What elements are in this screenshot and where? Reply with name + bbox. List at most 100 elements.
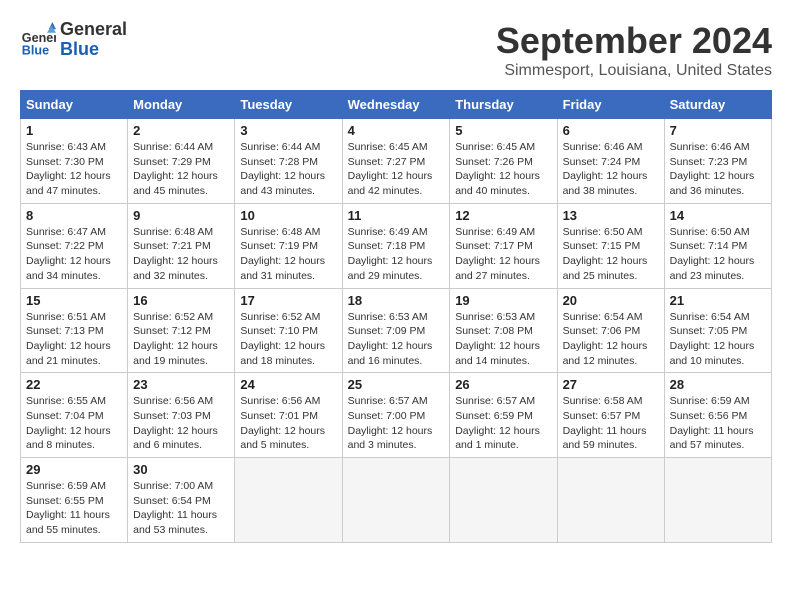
- day-info: Sunrise: 6:58 AMSunset: 6:57 PMDaylight:…: [563, 394, 659, 453]
- day-number: 9: [133, 208, 229, 223]
- day-info: Sunrise: 6:57 AMSunset: 6:59 PMDaylight:…: [455, 394, 551, 453]
- table-row: 7Sunrise: 6:46 AMSunset: 7:23 PMDaylight…: [664, 119, 771, 204]
- day-info: Sunrise: 6:50 AMSunset: 7:14 PMDaylight:…: [670, 225, 766, 284]
- table-row: 8 Sunrise: 6:47 AMSunset: 7:22 PMDaylight…: [21, 203, 128, 288]
- logo: General Blue General Blue: [20, 20, 127, 60]
- table-row: 13 Sunrise: 6:50 AMSunset: 7:15 PMDayligh…: [557, 203, 664, 288]
- day-number: 18: [348, 293, 445, 308]
- day-number: 19: [455, 293, 551, 308]
- day-number: 24: [240, 377, 336, 392]
- col-saturday: Saturday: [664, 91, 771, 119]
- day-number: 10: [240, 208, 336, 223]
- day-number: 15: [26, 293, 122, 308]
- table-row: 1 Sunrise: 6:43 AMSunset: 7:30 PMDaylight…: [21, 119, 128, 204]
- day-info: Sunrise: 7:00 AMSunset: 6:54 PMDaylight:…: [133, 479, 229, 538]
- calendar-week-row: 29Sunrise: 6:59 AMSunset: 6:55 PMDayligh…: [21, 458, 772, 543]
- day-number: 11: [348, 208, 445, 223]
- col-sunday: Sunday: [21, 91, 128, 119]
- svg-text:Blue: Blue: [22, 43, 49, 57]
- day-info: Sunrise: 6:53 AMSunset: 7:09 PMDaylight:…: [348, 310, 445, 369]
- table-row: 17Sunrise: 6:52 AMSunset: 7:10 PMDayligh…: [235, 288, 342, 373]
- day-info: Sunrise: 6:49 AMSunset: 7:18 PMDaylight:…: [348, 225, 445, 284]
- day-number: 30: [133, 462, 229, 477]
- day-number: 22: [26, 377, 122, 392]
- day-info: Sunrise: 6:44 AMSunset: 7:28 PMDaylight:…: [240, 140, 336, 199]
- day-number: 20: [563, 293, 659, 308]
- day-info: Sunrise: 6:54 AMSunset: 7:05 PMDaylight:…: [670, 310, 766, 369]
- day-number: 23: [133, 377, 229, 392]
- day-info: Sunrise: 6:53 AMSunset: 7:08 PMDaylight:…: [455, 310, 551, 369]
- day-info: Sunrise: 6:43 AMSunset: 7:30 PMDaylight:…: [26, 140, 122, 199]
- table-row: 28 Sunrise: 6:59 AMSunset: 6:56 PMDayligh…: [664, 373, 771, 458]
- location-subtitle: Simmesport, Louisiana, United States: [496, 62, 772, 80]
- calendar-week-row: 8 Sunrise: 6:47 AMSunset: 7:22 PMDaylight…: [21, 203, 772, 288]
- day-info: Sunrise: 6:52 AMSunset: 7:10 PMDaylight:…: [240, 310, 336, 369]
- day-number: 28: [670, 377, 766, 392]
- table-row: 20 Sunrise: 6:54 AMSunset: 7:06 PMDayligh…: [557, 288, 664, 373]
- day-number: 2: [133, 123, 229, 138]
- day-number: 4: [348, 123, 445, 138]
- day-number: 14: [670, 208, 766, 223]
- day-info: Sunrise: 6:52 AMSunset: 7:12 PMDaylight:…: [133, 310, 229, 369]
- calendar-header-row: Sunday Monday Tuesday Wednesday Thursday…: [21, 91, 772, 119]
- day-number: 21: [670, 293, 766, 308]
- day-number: 13: [563, 208, 659, 223]
- day-number: 6: [563, 123, 659, 138]
- day-info: Sunrise: 6:49 AMSunset: 7:17 PMDaylight:…: [455, 225, 551, 284]
- day-info: Sunrise: 6:47 AMSunset: 7:22 PMDaylight:…: [26, 225, 122, 284]
- table-row: 23 Sunrise: 6:56 AMSunset: 7:03 PMDayligh…: [128, 373, 235, 458]
- table-row: 27 Sunrise: 6:58 AMSunset: 6:57 PMDayligh…: [557, 373, 664, 458]
- day-info: Sunrise: 6:45 AMSunset: 7:27 PMDaylight:…: [348, 140, 445, 199]
- day-info: Sunrise: 6:45 AMSunset: 7:26 PMDaylight:…: [455, 140, 551, 199]
- table-row: [235, 458, 342, 543]
- table-row: 24 Sunrise: 6:56 AMSunset: 7:01 PMDayligh…: [235, 373, 342, 458]
- day-number: 25: [348, 377, 445, 392]
- table-row: 15 Sunrise: 6:51 AMSunset: 7:13 PMDayligh…: [21, 288, 128, 373]
- table-row: [557, 458, 664, 543]
- table-row: 6 Sunrise: 6:46 AMSunset: 7:24 PMDaylight…: [557, 119, 664, 204]
- day-info: Sunrise: 6:56 AMSunset: 7:01 PMDaylight:…: [240, 394, 336, 453]
- col-monday: Monday: [128, 91, 235, 119]
- day-number: 5: [455, 123, 551, 138]
- day-number: 27: [563, 377, 659, 392]
- day-info: Sunrise: 6:56 AMSunset: 7:03 PMDaylight:…: [133, 394, 229, 453]
- day-info: Sunrise: 6:50 AMSunset: 7:15 PMDaylight:…: [563, 225, 659, 284]
- day-info: Sunrise: 6:59 AMSunset: 6:56 PMDaylight:…: [670, 394, 766, 453]
- day-number: 1: [26, 123, 122, 138]
- table-row: 21 Sunrise: 6:54 AMSunset: 7:05 PMDayligh…: [664, 288, 771, 373]
- col-wednesday: Wednesday: [342, 91, 450, 119]
- table-row: 3 Sunrise: 6:44 AMSunset: 7:28 PMDaylight…: [235, 119, 342, 204]
- table-row: 26 Sunrise: 6:57 AMSunset: 6:59 PMDayligh…: [450, 373, 557, 458]
- table-row: 30 Sunrise: 7:00 AMSunset: 6:54 PMDayligh…: [128, 458, 235, 543]
- day-number: 29: [26, 462, 122, 477]
- table-row: 29Sunrise: 6:59 AMSunset: 6:55 PMDayligh…: [21, 458, 128, 543]
- table-row: [664, 458, 771, 543]
- day-info: Sunrise: 6:48 AMSunset: 7:21 PMDaylight:…: [133, 225, 229, 284]
- col-friday: Friday: [557, 91, 664, 119]
- calendar-week-row: 1 Sunrise: 6:43 AMSunset: 7:30 PMDaylight…: [21, 119, 772, 204]
- month-title: September 2024: [496, 20, 772, 62]
- day-info: Sunrise: 6:46 AMSunset: 7:24 PMDaylight:…: [563, 140, 659, 199]
- table-row: 18 Sunrise: 6:53 AMSunset: 7:09 PMDayligh…: [342, 288, 450, 373]
- logo-icon: General Blue: [20, 22, 56, 58]
- logo-line2: Blue: [60, 40, 127, 60]
- table-row: [342, 458, 450, 543]
- table-row: 22 Sunrise: 6:55 AMSunset: 7:04 PMDayligh…: [21, 373, 128, 458]
- day-number: 26: [455, 377, 551, 392]
- table-row: 10Sunrise: 6:48 AMSunset: 7:19 PMDayligh…: [235, 203, 342, 288]
- table-row: 5 Sunrise: 6:45 AMSunset: 7:26 PMDaylight…: [450, 119, 557, 204]
- day-info: Sunrise: 6:54 AMSunset: 7:06 PMDaylight:…: [563, 310, 659, 369]
- day-number: 8: [26, 208, 122, 223]
- day-number: 12: [455, 208, 551, 223]
- calendar-table: Sunday Monday Tuesday Wednesday Thursday…: [20, 90, 772, 543]
- day-info: Sunrise: 6:51 AMSunset: 7:13 PMDaylight:…: [26, 310, 122, 369]
- table-row: 4 Sunrise: 6:45 AMSunset: 7:27 PMDaylight…: [342, 119, 450, 204]
- day-info: Sunrise: 6:55 AMSunset: 7:04 PMDaylight:…: [26, 394, 122, 453]
- col-thursday: Thursday: [450, 91, 557, 119]
- day-number: 3: [240, 123, 336, 138]
- table-row: 9 Sunrise: 6:48 AMSunset: 7:21 PMDaylight…: [128, 203, 235, 288]
- day-number: 16: [133, 293, 229, 308]
- table-row: 12 Sunrise: 6:49 AMSunset: 7:17 PMDayligh…: [450, 203, 557, 288]
- table-row: 2Sunrise: 6:44 AMSunset: 7:29 PMDaylight…: [128, 119, 235, 204]
- calendar-week-row: 22 Sunrise: 6:55 AMSunset: 7:04 PMDayligh…: [21, 373, 772, 458]
